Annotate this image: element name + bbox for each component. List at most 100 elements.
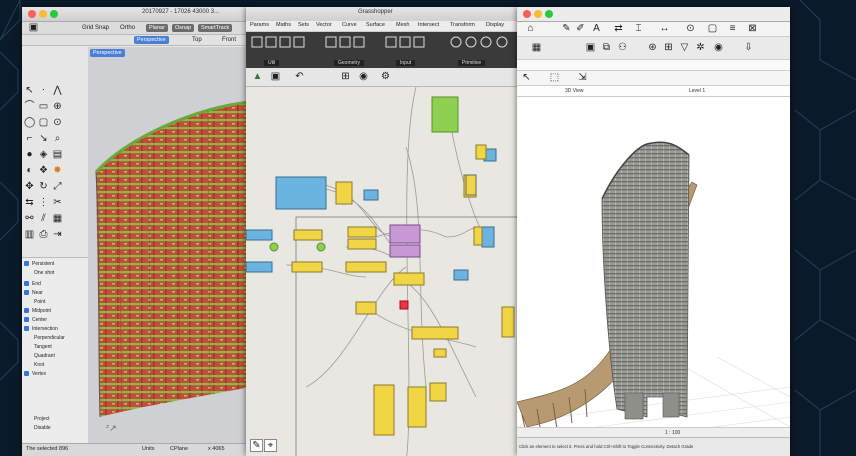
undo-icon[interactable]: ↶ — [294, 71, 305, 82]
revit-minimize-button[interactable] — [534, 10, 542, 18]
text-icon[interactable]: A — [591, 23, 602, 34]
home-icon[interactable]: ⌂ — [525, 23, 536, 34]
select-arrow-icon[interactable]: ↖ — [24, 85, 35, 96]
split-icon[interactable]: ⫽ — [38, 213, 49, 224]
dimension-tool-icon[interactable]: ↔ — [659, 23, 670, 34]
globe-icon[interactable]: ⊛ — [647, 42, 658, 53]
menu-maths[interactable]: Maths — [276, 22, 291, 28]
osnap-quadrant[interactable]: Quadrant — [34, 353, 55, 359]
tab-3d-view[interactable]: 3D View — [565, 88, 584, 94]
save-icon[interactable]: ▣ — [270, 71, 281, 82]
preview-icon[interactable]: ◉ — [358, 71, 369, 82]
hatch-icon[interactable]: ▦ — [52, 213, 63, 224]
navigate-icon[interactable]: ⌖ — [264, 439, 277, 452]
export-icon[interactable]: ⇩ — [743, 42, 754, 53]
join-icon[interactable]: ⚯ — [24, 213, 35, 224]
osnap-project[interactable]: Project — [34, 416, 50, 422]
user-icon[interactable]: ⚇ — [617, 42, 628, 53]
osnap-toggle[interactable]: Osnap — [172, 24, 195, 32]
array-icon[interactable]: ⋮ — [38, 197, 49, 208]
select-tool-icon[interactable]: ↖ — [521, 72, 532, 83]
menu-intersect[interactable]: Intersect — [418, 22, 439, 28]
menu-transform[interactable]: Transform — [450, 22, 475, 28]
grid-snap-toggle[interactable]: Grid Snap — [82, 25, 109, 31]
rhino-perspective-viewport[interactable]: Perspective ᶻ↗ — [88, 47, 250, 444]
visibility-icon[interactable]: ◉ — [713, 42, 724, 53]
box-icon[interactable]: ▢ — [38, 117, 49, 128]
zoom-window-icon[interactable]: ⊙ — [52, 117, 63, 128]
menu-vector[interactable]: Vector — [316, 22, 332, 28]
sphere-icon[interactable]: ● — [24, 149, 35, 160]
menu-curve[interactable]: Curve — [342, 22, 357, 28]
close-hidden-icon[interactable]: ⊠ — [747, 23, 758, 34]
filter-icon[interactable]: ▽ — [679, 42, 690, 53]
zoom-icon[interactable]: ⊕ — [52, 101, 63, 112]
osnap-one-shot[interactable]: One shot — [34, 270, 54, 276]
explode-icon[interactable]: ✸ — [52, 165, 63, 176]
sidebar-toggle-icon[interactable]: ▣ — [28, 22, 39, 33]
osnap-disable[interactable]: Disable — [34, 425, 51, 431]
grid-icon[interactable]: ⊞ — [663, 42, 674, 53]
units-status[interactable]: Units — [142, 446, 155, 452]
revit-3d-viewport[interactable]: 1 : 100 — [517, 97, 790, 438]
sketch-icon[interactable]: ✎ — [250, 439, 263, 452]
pencil-icon[interactable]: ✎ — [561, 23, 572, 34]
menu-params[interactable]: Params — [250, 22, 269, 28]
osnap-intersection[interactable]: Intersection — [24, 326, 58, 332]
print-icon[interactable]: ⎙ — [38, 229, 49, 240]
open-file-icon[interactable]: ▲ — [252, 71, 263, 82]
menu-display[interactable]: Display — [486, 22, 504, 28]
zoom-extents-icon[interactable]: ⊞ — [340, 71, 351, 82]
trim-icon[interactable]: ✂ — [52, 197, 63, 208]
rotate-icon[interactable]: ↻ — [38, 181, 49, 192]
osnap-persistent[interactable]: Persistent — [24, 261, 54, 267]
tab-front[interactable]: Front — [222, 37, 236, 43]
ortho-toggle[interactable]: Ortho — [120, 25, 135, 31]
match-icon[interactable]: ⇲ — [577, 72, 588, 83]
osnap-near[interactable]: Near — [24, 290, 43, 296]
all-views-icon[interactable]: ▦ — [531, 42, 542, 53]
thumbnail-icon[interactable]: ▣ — [585, 42, 596, 53]
tag-icon[interactable]: ⊙ — [685, 23, 696, 34]
zoom-window-button[interactable] — [50, 10, 58, 18]
search-icon[interactable]: ⌕ — [52, 133, 63, 144]
osnap-perpendicular[interactable]: Perpendicular — [34, 335, 65, 341]
smarttrack-toggle[interactable]: SmartTrack — [198, 24, 233, 32]
revit-close-button[interactable] — [523, 10, 531, 18]
offset-icon[interactable]: ↘ — [38, 133, 49, 144]
extrude-icon[interactable]: ◈ — [38, 149, 49, 160]
osnap-vertex[interactable]: Vertex — [24, 371, 46, 377]
circle-icon[interactable]: ◯ — [24, 117, 35, 128]
osnap-end[interactable]: End — [24, 281, 41, 287]
tab-level-1[interactable]: Level 1 — [689, 88, 705, 94]
loft-icon[interactable]: ◐ — [24, 165, 35, 176]
cog-icon[interactable]: ✲ — [695, 42, 706, 53]
rectangle-icon[interactable]: ▭ — [38, 101, 49, 112]
minimize-window-button[interactable] — [39, 10, 47, 18]
osnap-center[interactable]: Center — [24, 317, 47, 323]
close-window-button[interactable] — [28, 10, 36, 18]
planar-toggle[interactable]: Planar — [146, 24, 168, 32]
osnap-tangent[interactable]: Tangent — [34, 344, 52, 350]
revit-zoom-button[interactable] — [545, 10, 553, 18]
point-icon[interactable]: ⋅ — [38, 85, 49, 96]
osnap-knot[interactable]: Knot — [34, 362, 44, 368]
grasshopper-canvas[interactable]: ✎ ⌖ — [246, 86, 521, 456]
curve-icon[interactable]: ⌒ — [24, 101, 35, 112]
menu-surface[interactable]: Surface — [366, 22, 385, 28]
fillet-icon[interactable]: ⌐ — [24, 133, 35, 144]
scale-icon[interactable]: ⤢ — [52, 181, 63, 192]
tab-perspective[interactable]: Perspective — [134, 36, 169, 44]
osnap-point[interactable]: Point — [34, 299, 45, 305]
thin-lines-icon[interactable]: ≡ — [727, 23, 738, 34]
polyline-icon[interactable]: ⋀ — [52, 85, 63, 96]
menu-sets[interactable]: Sets — [298, 22, 309, 28]
measure-icon[interactable]: ⌶ — [633, 23, 644, 34]
osnap-midpoint[interactable]: Midpoint — [24, 308, 51, 314]
menu-mesh[interactable]: Mesh — [396, 22, 409, 28]
move-icon[interactable]: ✥ — [24, 181, 35, 192]
view-3d-icon[interactable]: ▢ — [707, 23, 718, 34]
copy-icon[interactable]: ⧉ — [601, 42, 612, 53]
layer-icon[interactable]: ▥ — [24, 229, 35, 240]
cplane-status[interactable]: CPlane — [170, 446, 188, 452]
